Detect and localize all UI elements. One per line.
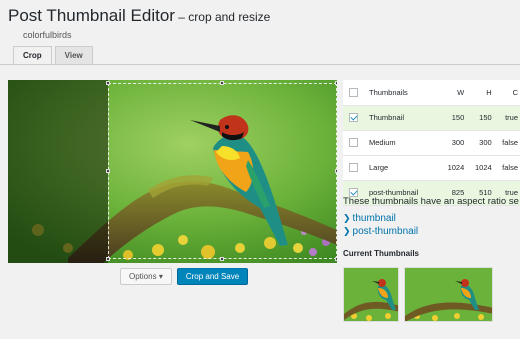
row-width: 300 — [438, 130, 467, 156]
table-row[interactable]: Medium 300 300 false — [343, 130, 520, 156]
row-crop: true — [493, 105, 520, 131]
row-height: 300 — [466, 130, 494, 156]
col-header-width: W — [438, 80, 467, 106]
crop-and-save-button[interactable]: Crop and Save — [176, 268, 249, 285]
row-name: Thumbnail — [363, 105, 439, 131]
row-checkbox[interactable] — [348, 138, 358, 148]
crop-actions: Options ▾ Crop and Save — [120, 268, 249, 285]
tab-crop[interactable]: Crop — [13, 46, 52, 65]
col-header-name: Thumbnails — [363, 80, 439, 106]
link-post-thumbnail[interactable]: ❯ post-thumbnail — [343, 226, 418, 237]
aspect-ratio-note: These thumbnails have an aspect ratio se — [343, 196, 519, 207]
crop-canvas[interactable] — [8, 80, 337, 263]
row-name: Large — [363, 155, 439, 181]
select-all-checkbox[interactable] — [348, 88, 358, 97]
col-header-height: H — [466, 80, 494, 106]
tab-view[interactable]: View — [54, 46, 93, 65]
chevron-right-icon: ❯ — [343, 226, 351, 236]
page-title: Post Thumbnail Editor – crop and resize — [8, 6, 270, 26]
options-label: Options — [129, 272, 157, 281]
select-all-cell — [343, 80, 363, 106]
table-header-row: Thumbnails W H C — [343, 80, 520, 106]
thumbnail-links: ❯ thumbnail ❯ post-thumbnail — [343, 213, 418, 239]
page-header: Post Thumbnail Editor – crop and resize — [8, 6, 270, 26]
crop-handle-se[interactable] — [335, 257, 337, 261]
chevron-right-icon: ❯ — [343, 213, 351, 223]
chevron-down-icon: ▾ — [158, 272, 163, 281]
tab-divider — [0, 64, 520, 65]
crop-outside-shade — [8, 80, 108, 263]
thumbnails-table: Thumbnails W H C Thumbnail 150 150 true … — [343, 80, 520, 206]
table-row[interactable]: Large 1024 1024 false — [343, 155, 520, 181]
table-row[interactable]: Thumbnail 150 150 true — [343, 105, 520, 131]
current-thumbnail-post — [404, 267, 493, 322]
crop-handle-s[interactable] — [220, 257, 224, 261]
col-header-crop: C — [493, 80, 520, 106]
row-height: 1024 — [466, 155, 494, 181]
row-check-cell — [343, 155, 363, 181]
current-thumbnails-heading: Current Thumbnails — [343, 249, 420, 258]
link-thumbnail-label: thumbnail — [352, 213, 396, 224]
row-check-cell — [343, 130, 363, 156]
page-title-main: Post Thumbnail Editor — [8, 6, 175, 25]
crop-handle-ne[interactable] — [335, 81, 337, 85]
crop-handle-w[interactable] — [106, 169, 110, 173]
current-thumbnail-square — [343, 267, 399, 322]
title-separator: – — [174, 10, 189, 24]
row-width: 150 — [438, 105, 467, 131]
link-post-thumbnail-label: post-thumbnail — [352, 226, 419, 237]
crop-selection[interactable] — [106, 81, 337, 261]
row-crop: false — [493, 130, 520, 156]
crop-handle-sw[interactable] — [106, 257, 110, 261]
row-crop: false — [493, 155, 520, 181]
link-thumbnail[interactable]: ❯ thumbnail — [343, 213, 418, 224]
editor-tabs: Crop View — [13, 46, 96, 65]
row-checkbox[interactable] — [348, 163, 358, 173]
post-name: colorfulbirds — [23, 30, 72, 40]
row-name: Medium — [363, 130, 439, 156]
crop-handle-e[interactable] — [335, 169, 337, 173]
row-check-cell — [343, 105, 363, 131]
crop-handle-nw[interactable] — [106, 81, 110, 85]
page-subtitle: crop and resize — [188, 10, 271, 24]
crop-handle-n[interactable] — [220, 81, 224, 85]
row-width: 1024 — [438, 155, 467, 181]
row-height: 150 — [466, 105, 494, 131]
options-button[interactable]: Options ▾ — [120, 268, 172, 285]
row-checkbox[interactable] — [348, 113, 358, 123]
